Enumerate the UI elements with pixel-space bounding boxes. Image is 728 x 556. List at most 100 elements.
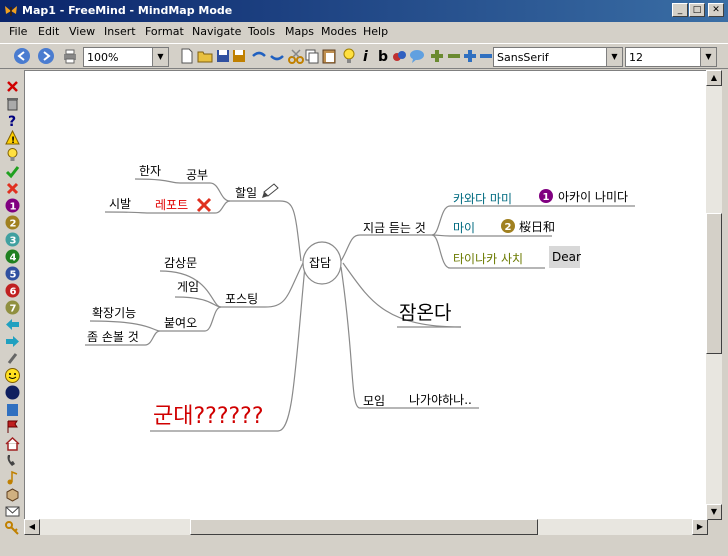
node-halil[interactable]: 할일: [235, 186, 257, 200]
node-hwakjang[interactable]: 확장기능: [92, 306, 136, 320]
node-moim[interactable]: 모임: [363, 394, 385, 408]
cloud-icon[interactable]: [391, 47, 409, 65]
node-gongbu[interactable]: 공부: [186, 168, 208, 182]
mail-icon[interactable]: [5, 504, 20, 519]
ball-icon[interactable]: [5, 385, 20, 400]
bold-icon[interactable]: b: [374, 47, 392, 65]
svg-text:3: 3: [10, 236, 17, 247]
node-buryeo[interactable]: 붙여오: [164, 316, 197, 330]
priority-2-icon[interactable]: 2: [5, 215, 20, 230]
zoom-select[interactable]: 100% ▼: [83, 47, 169, 67]
package-icon[interactable]: [5, 487, 20, 502]
cross-icon[interactable]: [5, 181, 20, 196]
node-jam[interactable]: 잠온다: [399, 302, 451, 324]
idea-bulb-icon[interactable]: [340, 47, 358, 65]
menu-view[interactable]: View: [69, 25, 95, 38]
node-gamsangmun[interactable]: 감상문: [164, 256, 197, 270]
flag-icon[interactable]: [5, 419, 20, 434]
priority-2-label: 2: [505, 222, 512, 233]
priority-4-icon[interactable]: 4: [5, 249, 20, 264]
question-icon[interactable]: ?: [5, 113, 20, 128]
book-icon[interactable]: [5, 402, 20, 417]
icon-toolbar: ? ! 1 2 3 4 5 6 7: [0, 70, 24, 556]
warning-icon[interactable]: !: [5, 130, 20, 145]
scroll-up-button[interactable]: ▲: [706, 70, 722, 86]
smiley-icon[interactable]: [5, 368, 20, 383]
node-kawada[interactable]: 카와다 마미: [453, 192, 512, 206]
svg-text:5: 5: [10, 270, 17, 281]
menu-edit[interactable]: Edit: [38, 25, 59, 38]
node-game[interactable]: 게임: [177, 280, 199, 294]
font-family-select[interactable]: SansSerif ▼: [493, 47, 623, 67]
check-icon[interactable]: [5, 164, 20, 179]
scroll-left-button[interactable]: ◀: [24, 519, 40, 535]
horizontal-scrollbar[interactable]: ◀ ▶: [24, 519, 708, 535]
paperclip-icon[interactable]: [5, 351, 20, 366]
speech-bubble-icon[interactable]: [408, 47, 426, 65]
priority-6-icon[interactable]: 6: [5, 283, 20, 298]
trash-icon[interactable]: [5, 96, 20, 111]
zoom-value: 100%: [87, 51, 119, 64]
priority-1-icon[interactable]: 1: [5, 198, 20, 213]
idea-icon[interactable]: [5, 147, 20, 162]
menu-tools[interactable]: Tools: [248, 25, 275, 38]
node-sibal[interactable]: 시발: [109, 197, 131, 211]
menu-modes[interactable]: Modes: [321, 25, 357, 38]
open-folder-icon[interactable]: [196, 47, 214, 65]
menu-navigate[interactable]: Navigate: [192, 25, 241, 38]
music-icon[interactable]: [5, 470, 20, 485]
copy-icon[interactable]: [303, 47, 321, 65]
node-tainaka[interactable]: 타이나카 사치: [453, 252, 523, 266]
node-mai[interactable]: 마이: [453, 221, 475, 235]
new-file-icon[interactable]: [178, 47, 196, 65]
menu-format[interactable]: Format: [145, 25, 184, 38]
horizontal-scroll-thumb[interactable]: [190, 519, 538, 535]
home-icon[interactable]: [5, 436, 20, 451]
node-akai[interactable]: 아카이 나미다: [558, 190, 628, 204]
priority-7-icon[interactable]: 7: [5, 300, 20, 315]
vertical-scroll-thumb[interactable]: [706, 213, 722, 354]
node-sakura[interactable]: 桜日和: [519, 220, 555, 234]
menu-help[interactable]: Help: [363, 25, 388, 38]
close-button[interactable]: ✕: [708, 3, 724, 17]
minimize-button[interactable]: _: [672, 3, 688, 17]
node-jigeum[interactable]: 지금 듣는 것: [363, 221, 426, 235]
back-icon[interactable]: [13, 47, 31, 65]
menu-file[interactable]: File: [9, 25, 27, 38]
redo-icon[interactable]: [268, 47, 286, 65]
priority-5-icon[interactable]: 5: [5, 266, 20, 281]
font-size-value: 12: [629, 51, 643, 64]
vertical-scrollbar[interactable]: ▲ ▼: [706, 70, 722, 520]
key-icon[interactable]: [5, 521, 20, 536]
print-icon[interactable]: [61, 47, 79, 65]
arrow-right-icon[interactable]: [5, 334, 20, 349]
node-jom[interactable]: 좀 손볼 것: [87, 330, 139, 344]
node-dear[interactable]: Dear: [552, 250, 581, 264]
add-node-icon[interactable]: [428, 47, 446, 65]
remove-icon-icon[interactable]: [5, 79, 20, 94]
paste-icon[interactable]: [320, 47, 338, 65]
forward-icon[interactable]: [37, 47, 55, 65]
font-size-select[interactable]: 12 ▼: [625, 47, 717, 67]
phone-icon[interactable]: [5, 453, 20, 468]
node-nagaya[interactable]: 나가야하나..: [409, 393, 472, 407]
edge-root-halil: [279, 200, 302, 262]
svg-text:i: i: [363, 49, 368, 65]
maximize-button[interactable]: □: [689, 3, 705, 17]
pencil-icon: [262, 183, 279, 198]
menu-maps[interactable]: Maps: [285, 25, 314, 38]
priority-3-icon[interactable]: 3: [5, 232, 20, 247]
node-report[interactable]: 레포트: [155, 198, 188, 212]
save-as-icon[interactable]: [230, 47, 248, 65]
scroll-right-button[interactable]: ▶: [692, 519, 708, 535]
mindmap-canvas[interactable]: 잡담 할일 공부 한자 레포트 시발 포스팅 감상문 게임 붙여오 확장기능 좀…: [24, 70, 708, 520]
arrow-left-icon[interactable]: [5, 317, 20, 332]
italic-icon[interactable]: i: [357, 47, 375, 65]
node-posting[interactable]: 포스팅: [225, 292, 258, 306]
scroll-down-button[interactable]: ▼: [706, 504, 722, 520]
title-bar: Map1 - FreeMind - MindMap Mode _ □ ✕: [0, 0, 728, 22]
menu-insert[interactable]: Insert: [104, 25, 136, 38]
node-hanja[interactable]: 한자: [139, 164, 161, 178]
undo-icon[interactable]: [250, 47, 268, 65]
node-gundae[interactable]: 군대??????: [153, 404, 264, 429]
